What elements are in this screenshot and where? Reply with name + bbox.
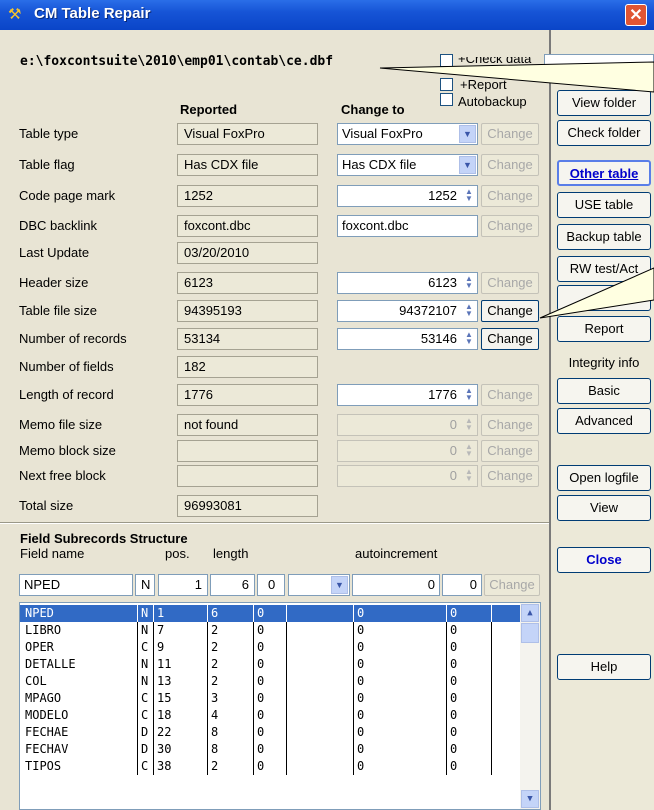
callout-pointer-middle <box>539 267 654 319</box>
callout-pointers <box>379 61 654 319</box>
callout-pointer-top <box>379 61 654 93</box>
